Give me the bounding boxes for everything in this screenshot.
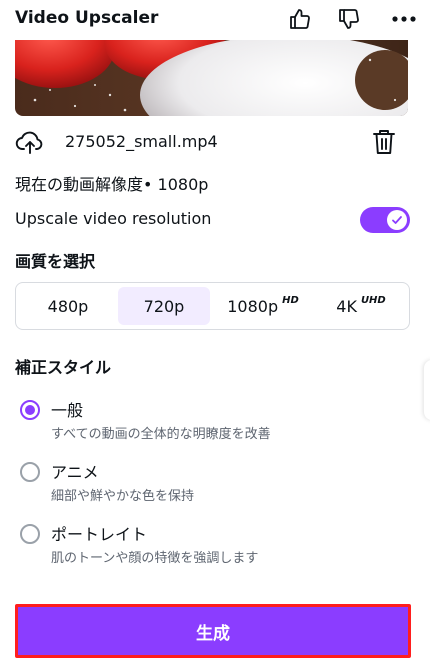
header: Video Upscaler [0, 0, 430, 40]
trash-icon[interactable] [371, 128, 399, 156]
quality-option-480p[interactable]: 480p [20, 287, 116, 325]
style-option-anime[interactable]: アニメ 細部や鮮やかな色を保持 [18, 459, 408, 509]
quality-option-label: 4K [336, 296, 357, 316]
upscale-toggle-label: Upscale video resolution [15, 209, 212, 228]
style-option-desc: 肌のトーンや顔の特徴を強調します [51, 551, 259, 566]
upscale-toggle-row: Upscale video resolution [15, 207, 410, 233]
panel-title: Video Upscaler [15, 8, 159, 28]
more-icon[interactable] [390, 5, 418, 33]
quality-option-label: 480p [47, 296, 89, 316]
radio-button[interactable] [20, 524, 40, 544]
style-option-label: アニメ [51, 463, 99, 482]
thumbs-down-icon[interactable] [335, 5, 363, 33]
check-icon [392, 216, 402, 224]
file-row: 275052_small.mp4 [15, 126, 408, 158]
quality-title: 画質を選択 [15, 252, 96, 271]
file-name: 275052_small.mp4 [65, 132, 218, 151]
radio-button[interactable] [20, 462, 40, 482]
style-option-label: ポートレイト [51, 525, 148, 544]
style-option-desc: 細部や鮮やかな色を保持 [51, 489, 195, 504]
style-option-portrait[interactable]: ポートレイト 肌のトーンや顔の特徴を強調します [18, 521, 408, 571]
uhd-tag: UHD [360, 294, 386, 306]
quality-option-1080p[interactable]: 1080p HD [214, 287, 312, 325]
side-panel-edge [424, 360, 430, 420]
generate-button[interactable]: 生成 [15, 604, 411, 658]
current-resolution: 現在の動画解像度• 1080p [15, 175, 209, 194]
style-title: 補正スタイル [15, 358, 112, 377]
upload-cloud-icon[interactable] [15, 128, 45, 156]
toggle-knob [387, 210, 407, 230]
style-option-desc: すべての動画の全体的な明瞭度を改善 [51, 427, 271, 442]
style-option-label: 一般 [51, 401, 84, 420]
upscale-toggle[interactable] [360, 207, 410, 233]
quality-option-label: 1080p [227, 296, 279, 316]
radio-button[interactable] [20, 400, 40, 420]
quality-option-label: 720p [143, 296, 185, 316]
style-option-general[interactable]: 一般 すべての動画の全体的な明瞭度を改善 [18, 397, 408, 447]
quality-option-4k[interactable]: 4K UHD [316, 287, 406, 325]
quality-option-720p[interactable]: 720p [118, 287, 210, 325]
hd-tag: HD [282, 294, 299, 306]
thumbs-up-icon[interactable] [286, 5, 314, 33]
video-thumbnail [15, 40, 408, 116]
quality-selector: 480p 720p 1080p HD 4K UHD [15, 282, 410, 330]
